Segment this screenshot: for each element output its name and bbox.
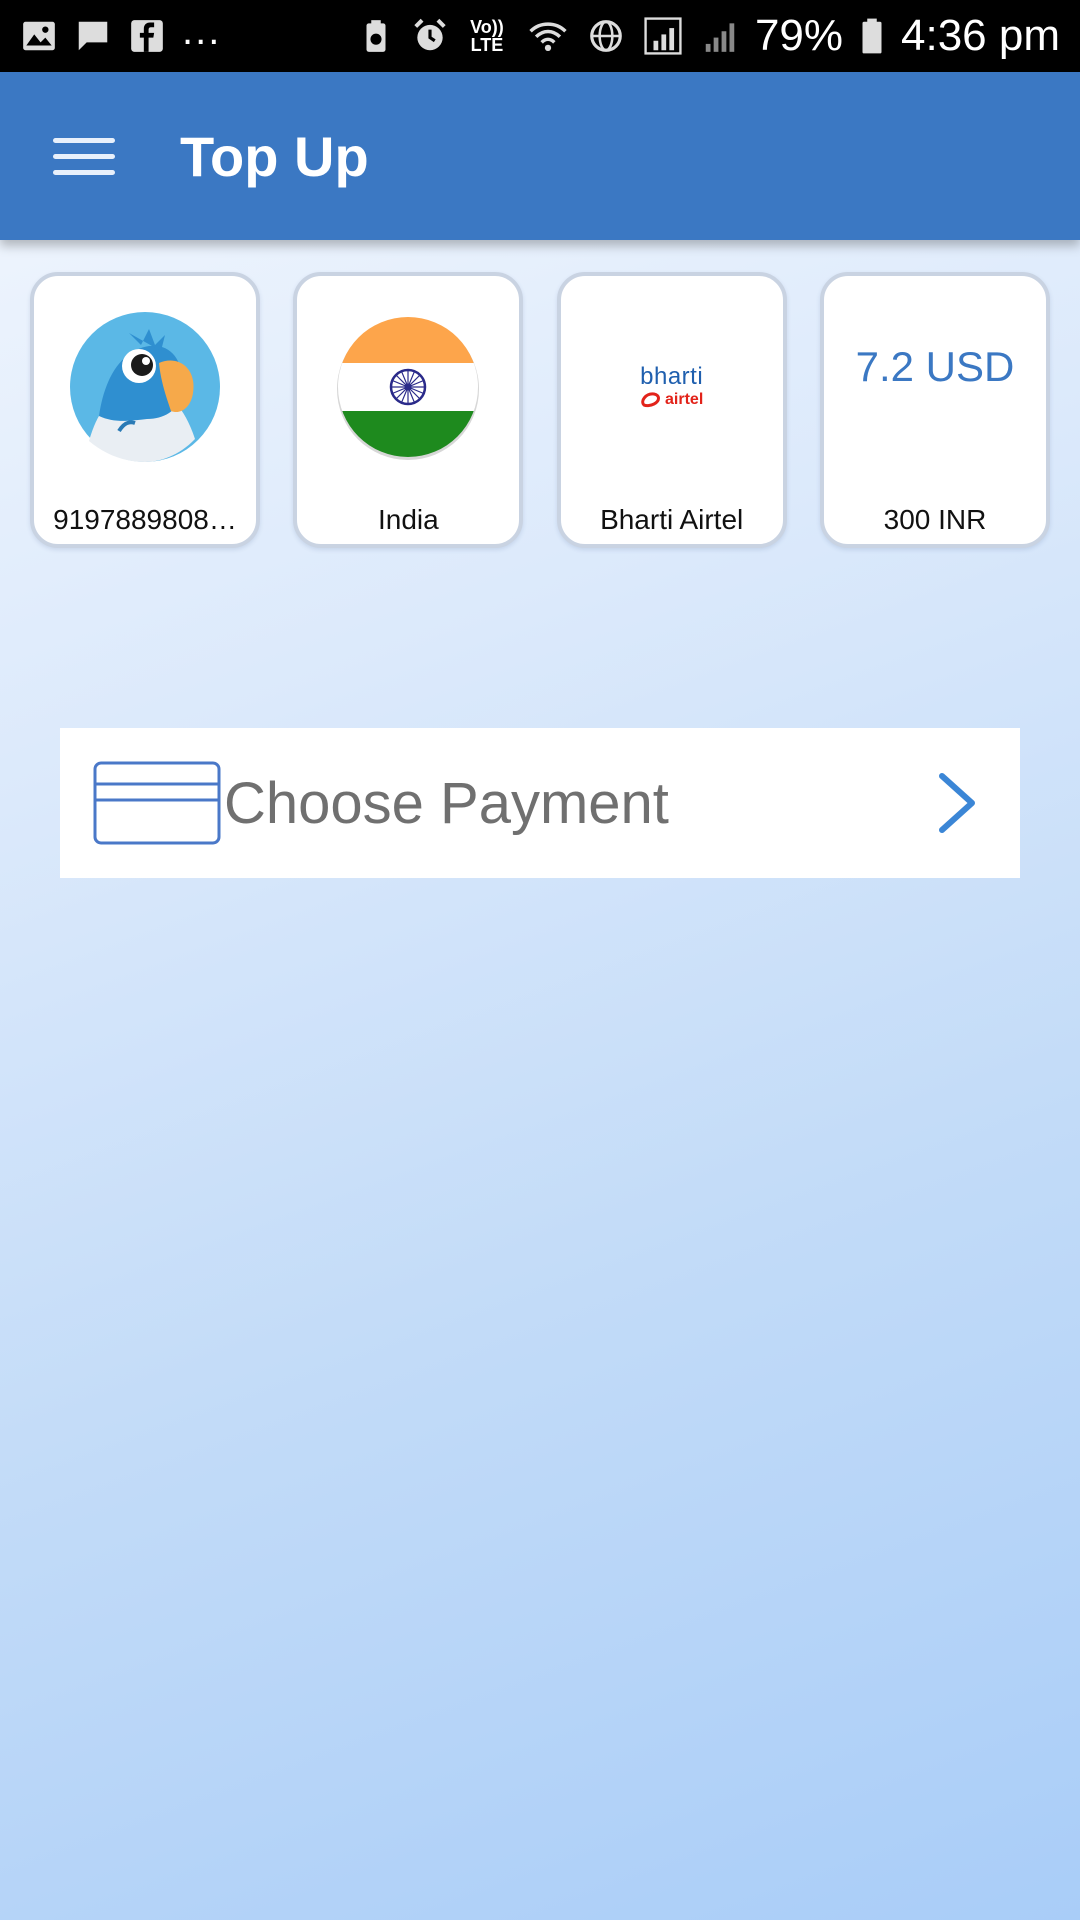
logo-airtel-row: airtel	[640, 391, 703, 409]
status-time: 4:36 pm	[901, 11, 1060, 60]
status-left-icons: ...	[20, 9, 221, 55]
status-right-icons: Vo)) LTE 79% 4:36 pm	[357, 11, 1060, 61]
amount-price: 7.2 USD	[824, 312, 1046, 462]
wifi-icon	[525, 17, 571, 55]
menu-bar-line	[53, 137, 115, 143]
volte-icon: Vo)) LTE	[470, 17, 504, 55]
choose-payment-label: Choose Payment	[224, 770, 669, 836]
battery-saver-icon	[357, 17, 395, 55]
alarm-icon	[411, 17, 449, 55]
status-bar: ... Vo)) LTE 79% 4:36 pm	[0, 0, 1080, 72]
credit-card-icon	[93, 761, 221, 845]
country-card[interactable]: India	[293, 272, 524, 548]
battery-icon	[859, 17, 885, 55]
signal-roaming-icon	[641, 17, 685, 55]
operator-logo: bharti airtel	[561, 312, 783, 462]
facebook-icon	[128, 17, 166, 55]
india-flag-icon	[337, 317, 480, 460]
logo-airtel-text: airtel	[665, 391, 704, 408]
price-usd: 7.2 USD	[855, 343, 1015, 390]
contact-card[interactable]: 9197889808…	[30, 272, 260, 548]
hamburger-menu-icon[interactable]	[34, 106, 134, 206]
menu-bar-line	[53, 153, 115, 159]
airtel-swirl-icon	[641, 392, 661, 408]
app-bar: Top Up	[0, 72, 1080, 240]
globe-icon	[587, 17, 625, 55]
battery-percent: 79%	[754, 11, 844, 60]
amount-label: 300 INR	[883, 504, 987, 535]
signal-icon	[701, 17, 739, 55]
topup-summary-cards: 9197889808… India bharti airtel Bharti A…	[30, 272, 1050, 550]
operator-card[interactable]: bharti airtel Bharti Airtel	[556, 272, 787, 548]
contact-avatar	[34, 312, 256, 462]
menu-bar-line	[53, 169, 115, 175]
country-flag	[297, 312, 519, 462]
contact-number-label: 9197889808…	[53, 504, 237, 535]
message-icon	[74, 17, 112, 55]
image-icon	[20, 17, 58, 55]
chevron-right-icon	[939, 773, 975, 833]
parrot-avatar-icon	[70, 312, 220, 462]
page-title: Top Up	[180, 124, 369, 188]
logo-bharti-text: bharti	[640, 363, 704, 390]
amount-card[interactable]: 7.2 USD 300 INR	[819, 272, 1050, 548]
choose-payment-button[interactable]: Choose Payment	[60, 728, 1020, 878]
more-notifications-indicator: ...	[182, 8, 222, 53]
airtel-logo: bharti airtel	[640, 363, 703, 409]
country-label: India	[377, 504, 439, 535]
operator-label: Bharti Airtel	[600, 504, 744, 535]
